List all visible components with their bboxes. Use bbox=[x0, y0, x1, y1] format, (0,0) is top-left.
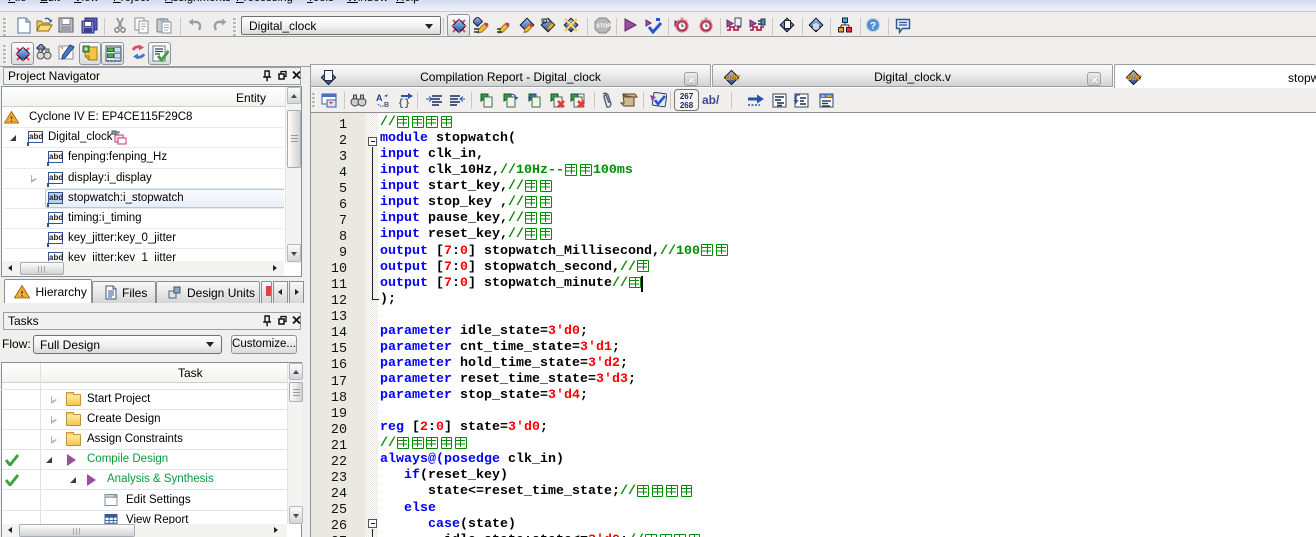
svg-text:STOP: STOP bbox=[596, 24, 611, 30]
svg-text:A: A bbox=[376, 93, 383, 103]
svg-text:D: D bbox=[543, 20, 548, 26]
svg-text:?: ? bbox=[870, 21, 876, 32]
svg-text:{}: {} bbox=[398, 98, 410, 109]
